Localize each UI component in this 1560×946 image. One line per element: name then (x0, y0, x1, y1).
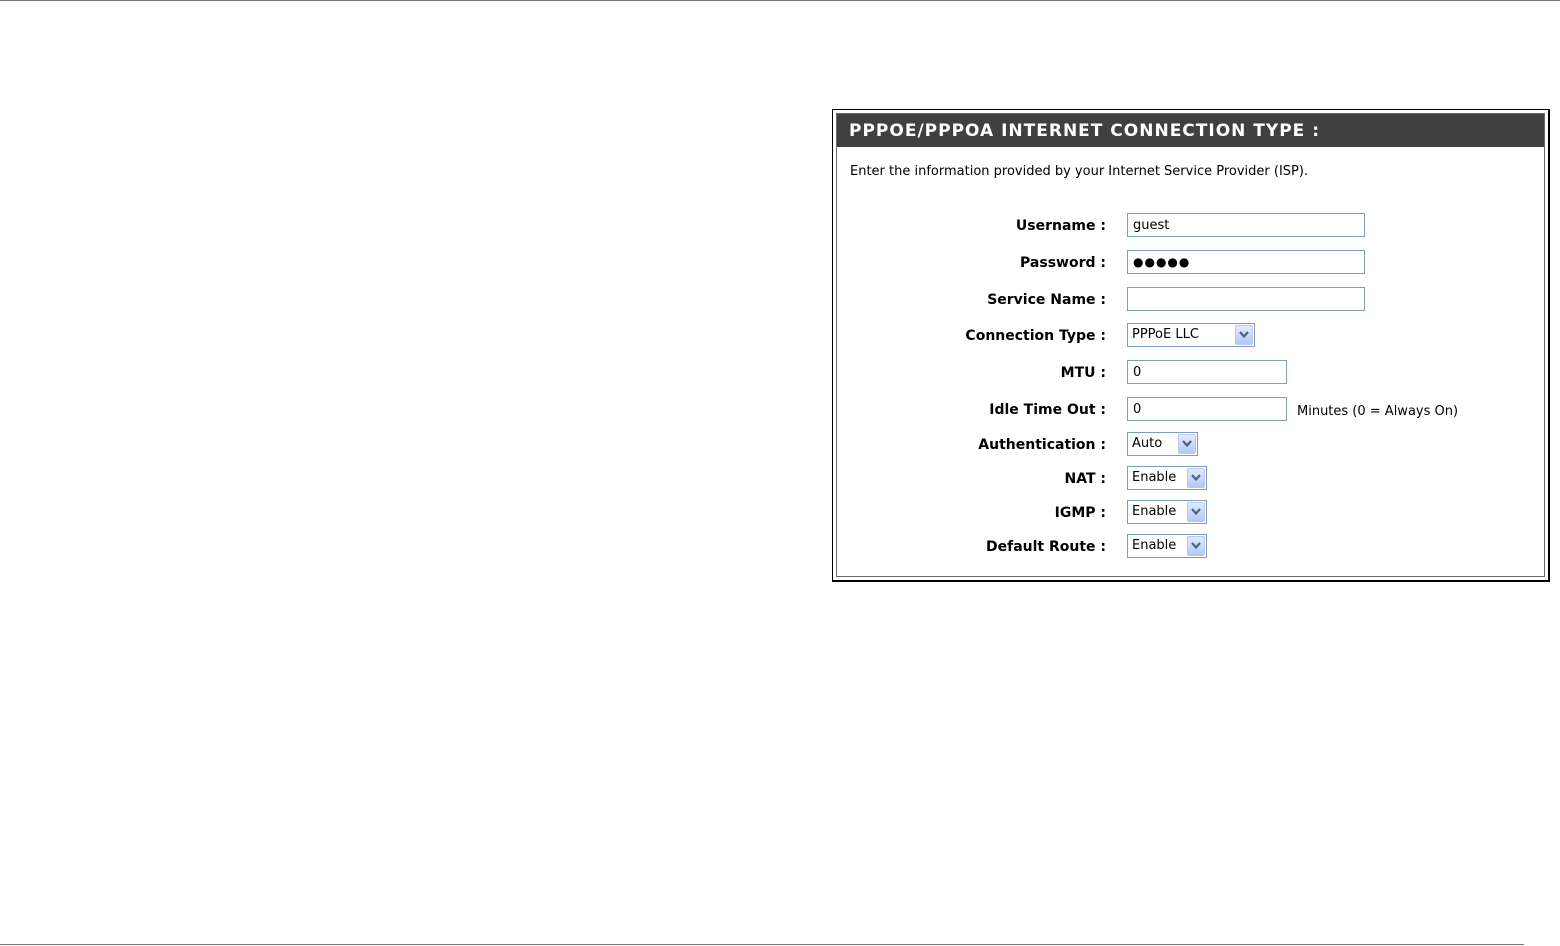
idle-time-out-label: Idle Time Out : (989, 402, 1106, 418)
panel-frame: PPPOE/PPPOA INTERNET CONNECTION TYPE : E… (836, 113, 1545, 577)
igmp-label: IGMP : (1054, 505, 1106, 521)
panel-title: PPPOE/PPPOA INTERNET CONNECTION TYPE : (837, 114, 1544, 147)
service-name-row: Service Name : (837, 287, 1544, 315)
password-input[interactable]: ●●●●● (1127, 250, 1365, 274)
service-name-input[interactable] (1127, 287, 1365, 311)
idle-time-out-input[interactable] (1127, 397, 1287, 421)
default-route-value: Enable (1132, 538, 1177, 553)
connection-type-label: Connection Type : (965, 328, 1106, 344)
nat-value: Enable (1132, 470, 1177, 485)
igmp-value: Enable (1132, 504, 1177, 519)
default-route-row: Default Route : Enable (837, 534, 1544, 562)
chevron-down-icon[interactable] (1235, 325, 1253, 345)
chevron-down-icon[interactable] (1178, 434, 1196, 454)
username-input[interactable] (1127, 213, 1365, 237)
panel-intro-text: Enter the information provided by your I… (850, 164, 1309, 179)
connection-type-value: PPPoE LLC (1132, 327, 1199, 342)
authentication-value: Auto (1132, 436, 1163, 451)
connection-type-row: Connection Type : PPPoE LLC (837, 323, 1544, 351)
authentication-select[interactable]: Auto (1127, 432, 1198, 456)
password-row: Password : ●●●●● (837, 250, 1544, 278)
username-label: Username : (1015, 218, 1106, 234)
chevron-down-icon[interactable] (1187, 502, 1205, 522)
idle-time-out-hint: Minutes (0 = Always On) (1297, 404, 1459, 419)
top-divider (0, 0, 1560, 1)
connection-type-select[interactable]: PPPoE LLC (1127, 323, 1255, 347)
chevron-down-icon[interactable] (1187, 468, 1205, 488)
igmp-row: IGMP : Enable (837, 500, 1544, 528)
default-route-label: Default Route : (985, 539, 1106, 555)
authentication-label: Authentication : (978, 437, 1106, 453)
nat-select[interactable]: Enable (1127, 466, 1207, 490)
default-route-select[interactable]: Enable (1127, 534, 1207, 558)
idle-time-out-row: Idle Time Out : Minutes (0 = Always On) (837, 397, 1544, 425)
authentication-row: Authentication : Auto (837, 432, 1544, 460)
mtu-label: MTU : (1060, 365, 1106, 381)
username-row: Username : (837, 213, 1544, 241)
mtu-input[interactable] (1127, 360, 1287, 384)
password-label: Password : (1020, 255, 1106, 271)
igmp-select[interactable]: Enable (1127, 500, 1207, 524)
service-name-label: Service Name : (987, 292, 1106, 308)
chevron-down-icon[interactable] (1187, 536, 1205, 556)
nat-row: NAT : Enable (837, 466, 1544, 494)
mtu-row: MTU : (837, 360, 1544, 388)
bottom-divider (0, 944, 1524, 945)
pppoe-settings-panel: PPPOE/PPPOA INTERNET CONNECTION TYPE : E… (832, 109, 1550, 582)
nat-label: NAT : (1064, 471, 1107, 487)
